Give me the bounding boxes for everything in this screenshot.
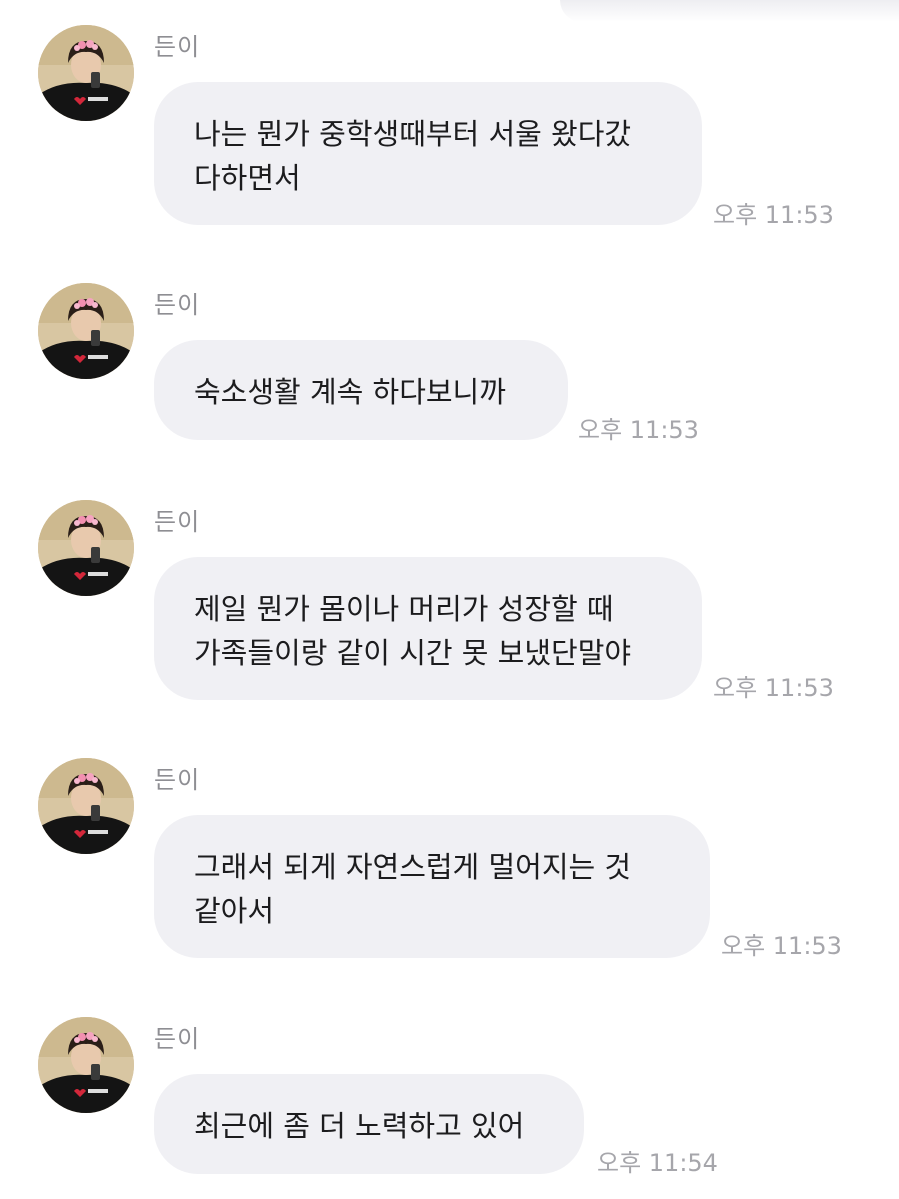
message-time: 오후 11:53 — [578, 416, 699, 444]
message-row: 든이 최근에 좀 더 노력하고 있어 오후 11:54 — [0, 1017, 899, 1192]
sender-name: 든이 — [154, 766, 201, 794]
message-time: 오후 11:53 — [721, 932, 842, 960]
message-row: 든이 숙소생활 계속 하다보니까 오후 11:53 — [0, 283, 899, 453]
message-row: 든이 제일 뭔가 몸이나 머리가 성장할 때 가족들이랑 같이 시간 못 보냈단… — [0, 500, 899, 710]
avatar-photo-icon — [38, 758, 134, 854]
sender-name: 든이 — [154, 291, 201, 319]
message-row: 든이 나는 뭔가 중학생때부터 서울 왔다갔 다하면서 오후 11:53 — [0, 25, 899, 235]
message-row: 든이 그래서 되게 자연스럽게 멀어지는 것 같아서 오후 11:53 — [0, 758, 899, 968]
avatar-photo-icon — [38, 283, 134, 379]
previous-message-edge — [560, 0, 899, 22]
message-time: 오후 11:54 — [597, 1149, 718, 1177]
message-time: 오후 11:53 — [713, 674, 834, 702]
sender-avatar[interactable] — [38, 500, 134, 596]
avatar-photo-icon — [38, 25, 134, 121]
sender-name: 든이 — [154, 33, 201, 61]
message-bubble[interactable]: 최근에 좀 더 노력하고 있어 — [154, 1074, 584, 1174]
message-bubble[interactable]: 나는 뭔가 중학생때부터 서울 왔다갔 다하면서 — [154, 82, 702, 225]
avatar-photo-icon — [38, 500, 134, 596]
message-bubble[interactable]: 그래서 되게 자연스럽게 멀어지는 것 같아서 — [154, 815, 710, 958]
message-bubble[interactable]: 제일 뭔가 몸이나 머리가 성장할 때 가족들이랑 같이 시간 못 보냈단말야 — [154, 557, 702, 700]
sender-avatar[interactable] — [38, 758, 134, 854]
message-bubble[interactable]: 숙소생활 계속 하다보니까 — [154, 340, 568, 440]
sender-avatar[interactable] — [38, 25, 134, 121]
message-time: 오후 11:53 — [713, 201, 834, 229]
sender-name: 든이 — [154, 508, 201, 536]
sender-avatar[interactable] — [38, 1017, 134, 1113]
sender-name: 든이 — [154, 1025, 201, 1053]
avatar-photo-icon — [38, 1017, 134, 1113]
sender-avatar[interactable] — [38, 283, 134, 379]
